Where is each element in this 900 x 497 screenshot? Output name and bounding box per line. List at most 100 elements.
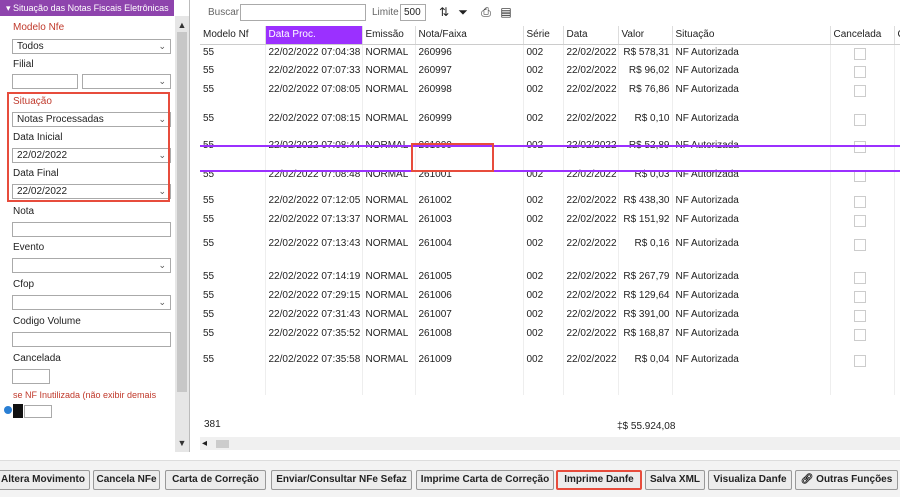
table-row[interactable]: 55 22/02/2022 07:31:43 NORMAL 261007 002 22/0…	[200, 307, 900, 326]
column-header[interactable]: Situação	[672, 26, 831, 45]
cancelada-checkbox[interactable]	[853, 85, 866, 97]
outras-funcoes-button[interactable]: 🔗︎ Outras Funções	[795, 470, 898, 490]
table-cell: 002	[523, 82, 564, 111]
column-header[interactable]: Data Proc.	[265, 26, 363, 45]
cancelada-checkbox[interactable]	[853, 215, 866, 227]
sidebar-title[interactable]: ▾ Situação das Notas Fiscais Eletrônicas	[0, 0, 174, 16]
filial-code-input[interactable]	[12, 74, 78, 89]
column-header[interactable]: Modelo Nf	[200, 26, 266, 45]
buscar-input[interactable]	[240, 4, 366, 21]
cancelada-toggle[interactable]	[12, 369, 50, 384]
table-row[interactable]: 55 22/02/2022 07:35:52 NORMAL 261008 002 22/0…	[200, 326, 900, 352]
help-icon[interactable]	[4, 406, 12, 414]
filter-icon[interactable]: ⏷	[456, 4, 470, 20]
header-row: Modelo Nf Data Proc. Emissão Nota/Faixa Séri…	[200, 26, 900, 45]
scrollbar-thumb[interactable]	[177, 32, 187, 392]
column-header[interactable]: Cancelada	[830, 26, 895, 45]
column-header[interactable]: Nota/Faixa	[415, 26, 524, 45]
imprime-carta-button[interactable]: Imprime Carta de Correção	[416, 470, 554, 490]
table-cell: 261004	[415, 236, 524, 269]
grid-hscrollbar[interactable]: ◂	[200, 437, 900, 450]
extra-cell	[894, 307, 900, 326]
cancelada-checkbox[interactable]	[853, 291, 866, 303]
table-row[interactable]: 55 22/02/2022 07:08:05 NORMAL 260998 002 22/0…	[200, 82, 900, 111]
table-cell: R$ 0,10	[618, 111, 673, 138]
export-icon[interactable]: ▤	[499, 4, 513, 20]
total-value: ‡$ 55.924,08	[617, 421, 676, 432]
outras-funcoes-label: Outras Funções	[816, 474, 893, 485]
salva-xml-button[interactable]: Salva XML	[645, 470, 705, 490]
cancelada-label: Cancelada	[13, 353, 61, 364]
nota-input[interactable]	[12, 222, 171, 237]
cancelada-checkbox[interactable]	[853, 310, 866, 322]
cancelada-checkbox[interactable]	[853, 239, 866, 251]
table-row[interactable]: 55 22/02/2022 07:12:05 NORMAL 261002 002 22/0…	[200, 193, 900, 212]
column-header[interactable]: Data	[563, 26, 619, 45]
column-header[interactable]: Série	[523, 26, 564, 45]
table-cell: 261009	[415, 352, 524, 395]
altera-movimento-button[interactable]: Altera Movimento	[0, 470, 90, 490]
sidebar-body: Modelo Nfe Todos ⌄ Filial ⌄ Situação Not…	[0, 16, 174, 452]
evento-select[interactable]: ⌄	[12, 258, 171, 273]
table-cell: 002	[523, 212, 564, 236]
table-cell: 22/02/2022	[563, 44, 619, 63]
table-cell: NF Autorizada	[672, 307, 831, 326]
table-row[interactable]: 55 22/02/2022 07:04:38 NORMAL 260996 002 22/0…	[200, 44, 900, 63]
table-cell: 55	[200, 236, 266, 269]
cancelada-checkbox[interactable]	[853, 141, 866, 153]
table-cell: NF Autorizada	[672, 352, 831, 395]
codigo-volume-input[interactable]	[12, 332, 171, 347]
carta-correcao-button[interactable]: Carta de Correção	[165, 470, 266, 490]
table-cell: NF Autorizada	[672, 111, 831, 138]
visualiza-danfe-button[interactable]: Visualiza Danfe	[708, 470, 792, 490]
cfop-select[interactable]: ⌄	[12, 295, 171, 310]
limite-input[interactable]: 500	[400, 4, 426, 21]
table-cell: 55	[200, 63, 266, 82]
enviar-consultar-button[interactable]: Enviar/Consultar NFe Sefaz	[271, 470, 412, 490]
scroll-down-icon[interactable]: ▼	[175, 436, 189, 450]
table-row[interactable]: 55 22/02/2022 07:07:33 NORMAL 260997 002 22/0…	[200, 63, 900, 82]
table-cell: 22/02/2022	[563, 269, 619, 288]
table-cell: 260999	[415, 111, 524, 138]
sidebar-scrollbar[interactable]: ▲ ▼	[175, 16, 189, 452]
cancelada-checkbox[interactable]	[853, 329, 866, 341]
cancelada-checkbox[interactable]	[853, 272, 866, 284]
table-row[interactable]: 55 22/02/2022 07:13:43 NORMAL 261004 002 22/0…	[200, 236, 900, 269]
scroll-left-icon[interactable]: ◂	[202, 437, 207, 450]
table-cell: 22/02/2022 07:08:15	[265, 111, 363, 138]
table-row[interactable]: 55 22/02/2022 07:14:19 NORMAL 261005 002 22/0…	[200, 269, 900, 288]
printer-icon[interactable]: ⎙	[479, 4, 493, 20]
table-row[interactable]: 55 22/02/2022 07:29:15 NORMAL 261006 002 22/0…	[200, 288, 900, 307]
cancelada-checkbox[interactable]	[853, 47, 866, 60]
cancelada-checkbox[interactable]	[853, 355, 866, 367]
column-header[interactable]: C	[894, 26, 900, 45]
cancelada-checkbox[interactable]	[853, 170, 866, 182]
scroll-up-icon[interactable]: ▲	[175, 18, 189, 32]
table-cell: 22/02/2022 07:31:43	[265, 307, 363, 326]
table-cell: 002	[523, 236, 564, 269]
cancelada-checkbox[interactable]	[853, 114, 866, 126]
table-cell: 261002	[415, 193, 524, 212]
column-header[interactable]: Valor	[618, 26, 673, 45]
table-row[interactable]: 55 22/02/2022 07:13:37 NORMAL 261003 002 22/0…	[200, 212, 900, 236]
table-cell: NORMAL	[362, 352, 416, 395]
cancelada-checkbox[interactable]	[853, 66, 866, 78]
inutilizada-toggle[interactable]	[24, 405, 52, 418]
cancela-nfe-button[interactable]: Cancela NFe	[93, 470, 160, 490]
modelo-select[interactable]: Todos ⌄	[12, 39, 171, 54]
collapse-icon[interactable]: ▾	[6, 3, 11, 13]
imprime-danfe-button[interactable]: Imprime Danfe	[556, 470, 642, 490]
hscroll-thumb[interactable]	[216, 440, 229, 448]
filial-select[interactable]: ⌄	[82, 74, 171, 89]
sort-icon[interactable]: ⇅	[437, 4, 451, 20]
extra-cell	[894, 193, 900, 212]
table-row[interactable]: 55 22/02/2022 07:08:48 NORMAL 261001 002 22/0…	[200, 167, 900, 193]
column-header[interactable]: Emissão	[362, 26, 416, 45]
inutilizada-toggle-knob[interactable]	[13, 404, 23, 418]
table-row[interactable]: 55 22/02/2022 07:08:44 NORMAL 261000 002 22/0…	[200, 138, 900, 167]
table-row[interactable]: 55 22/02/2022 07:35:58 NORMAL 261009 002 22/0…	[200, 352, 900, 395]
table-row[interactable]: 55 22/02/2022 07:08:15 NORMAL 260999 002 22/0…	[200, 111, 900, 138]
table-cell: NORMAL	[362, 63, 416, 82]
cancelada-checkbox[interactable]	[853, 196, 866, 208]
table-cell: 002	[523, 352, 564, 395]
